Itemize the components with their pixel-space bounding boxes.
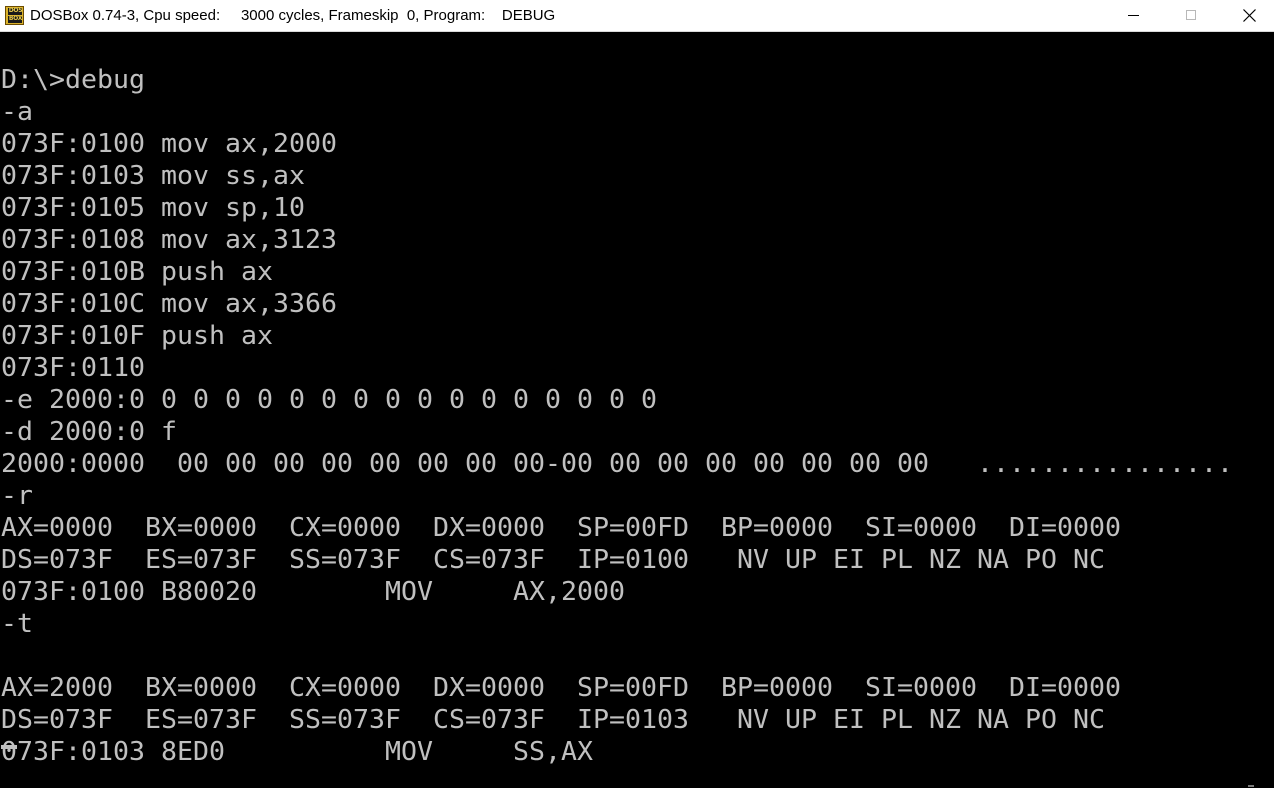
terminal-line: DS=073F ES=073F SS=073F CS=073F IP=0100 …	[1, 545, 1105, 575]
terminal-line: -r	[1, 481, 34, 511]
terminal-line: -d 2000:0 f	[1, 417, 177, 447]
terminal-line: 073F:0103 8ED0 MOV SS,AX	[1, 737, 593, 767]
terminal-line: D:\>debug	[1, 65, 146, 95]
terminal-line: AX=2000 BX=0000 CX=0000 DX=0000 SP=00FD …	[1, 673, 1121, 703]
terminal-line: -t	[1, 609, 34, 639]
minimize-icon	[1128, 15, 1139, 16]
text-cursor	[1, 745, 17, 749]
dosbox-window: DOS BOX DOSBox 0.74-3, Cpu speed: 3000 c…	[0, 0, 1274, 788]
icon-text-bottom: BOX	[8, 15, 23, 22]
terminal-line: 073F:010B push ax	[1, 257, 273, 287]
terminal-line: 073F:0103 mov ss,ax	[1, 161, 305, 191]
terminal-line: -a	[1, 97, 34, 127]
title-bar[interactable]: DOS BOX DOSBox 0.74-3, Cpu speed: 3000 c…	[0, 0, 1274, 32]
maximize-icon	[1186, 10, 1196, 20]
terminal-line: 073F:0100 mov ax,2000	[1, 129, 337, 159]
terminal-line: 073F:0105 mov sp,10	[1, 193, 305, 223]
terminal-line: AX=0000 BX=0000 CX=0000 DX=0000 SP=00FD …	[1, 513, 1121, 543]
dosbox-app-icon[interactable]: DOS BOX	[5, 6, 24, 25]
terminal-line: 073F:0100 B80020 MOV AX,2000	[1, 577, 625, 607]
close-icon	[1243, 9, 1256, 22]
minimize-button[interactable]	[1104, 0, 1162, 31]
resize-grip[interactable]	[1248, 785, 1254, 787]
close-button[interactable]	[1220, 0, 1274, 31]
terminal-line: 073F:010F push ax	[1, 321, 273, 351]
window-title: DOSBox 0.74-3, Cpu speed: 3000 cycles, F…	[30, 7, 556, 24]
dos-terminal[interactable]: D:\>debug -a 073F:0100 mov ax,2000 073F:010…	[0, 32, 1274, 788]
maximize-button[interactable]	[1162, 0, 1220, 31]
icon-text-top: DOS	[8, 7, 23, 14]
terminal-line: DS=073F ES=073F SS=073F CS=073F IP=0103 …	[1, 705, 1105, 735]
terminal-line: 073F:010C mov ax,3366	[1, 289, 337, 319]
terminal-line: -e 2000:0 0 0 0 0 0 0 0 0 0 0 0 0 0 0 0 …	[1, 385, 657, 415]
terminal-line: 073F:0108 mov ax,3123	[1, 225, 337, 255]
terminal-line: 073F:0110	[1, 353, 146, 383]
terminal-line: 2000:0000 00 00 00 00 00 00 00 00-00 00 …	[1, 449, 1233, 479]
